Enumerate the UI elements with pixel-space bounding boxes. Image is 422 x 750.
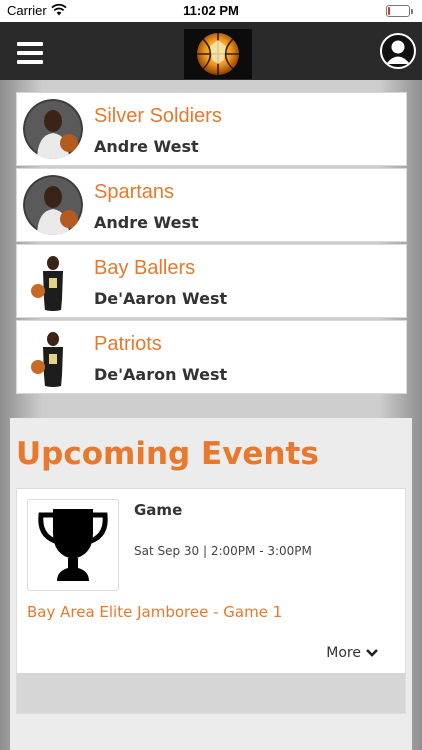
player-name: De'Aaron West [94, 289, 228, 308]
player-name: Andre West [94, 213, 199, 232]
player-avatar [23, 251, 83, 311]
trophy-icon [27, 499, 119, 591]
roster-item-spartans[interactable]: Spartans Andre West [16, 168, 407, 242]
event-card[interactable]: Game Sat Sep 30 | 2:00PM - 3:00PM Bay Ar… [16, 488, 406, 714]
roster-item-bay-ballers[interactable]: Bay Ballers De'Aaron West [16, 244, 407, 318]
more-label: More [326, 645, 361, 661]
player-name: Andre West [94, 137, 199, 156]
team-name: Bay Ballers [94, 257, 196, 279]
battery-icon [386, 5, 413, 17]
chevron-down-icon [366, 649, 378, 657]
player-avatar [23, 327, 83, 387]
roster-item-silver-soldiers[interactable]: Silver Soldiers Andre West [16, 92, 407, 166]
main-content: Silver Soldiers Andre West Spartans Andr… [0, 80, 422, 750]
roster-list: Silver Soldiers Andre West Spartans Andr… [16, 92, 407, 396]
hamburger-menu-icon[interactable] [17, 42, 43, 64]
more-button[interactable]: More [326, 645, 379, 661]
upcoming-events-section: Upcoming Events Game Sat Sep 30 | 2:00PM… [10, 418, 412, 750]
clock: 11:02 PM [183, 3, 239, 18]
nav-bar [0, 22, 422, 80]
event-datetime: Sat Sep 30 | 2:00PM - 3:00PM [134, 544, 312, 558]
event-card-footer [17, 673, 405, 713]
basketball-logo-icon[interactable] [184, 29, 252, 79]
event-type: Game [134, 501, 183, 519]
player-name: De'Aaron West [94, 365, 228, 384]
section-title: Upcoming Events [16, 436, 319, 472]
team-name: Silver Soldiers [94, 105, 222, 127]
team-name: Spartans [94, 181, 175, 203]
player-avatar [23, 99, 83, 159]
user-profile-icon[interactable] [380, 33, 416, 69]
roster-item-patriots[interactable]: Patriots De'Aaron West [16, 320, 407, 394]
status-bar: Carrier 11:02 PM [0, 0, 422, 22]
player-avatar [23, 175, 83, 235]
team-name: Patriots [94, 333, 162, 355]
event-title-link[interactable]: Bay Area Elite Jamboree - Game 1 [27, 603, 282, 621]
